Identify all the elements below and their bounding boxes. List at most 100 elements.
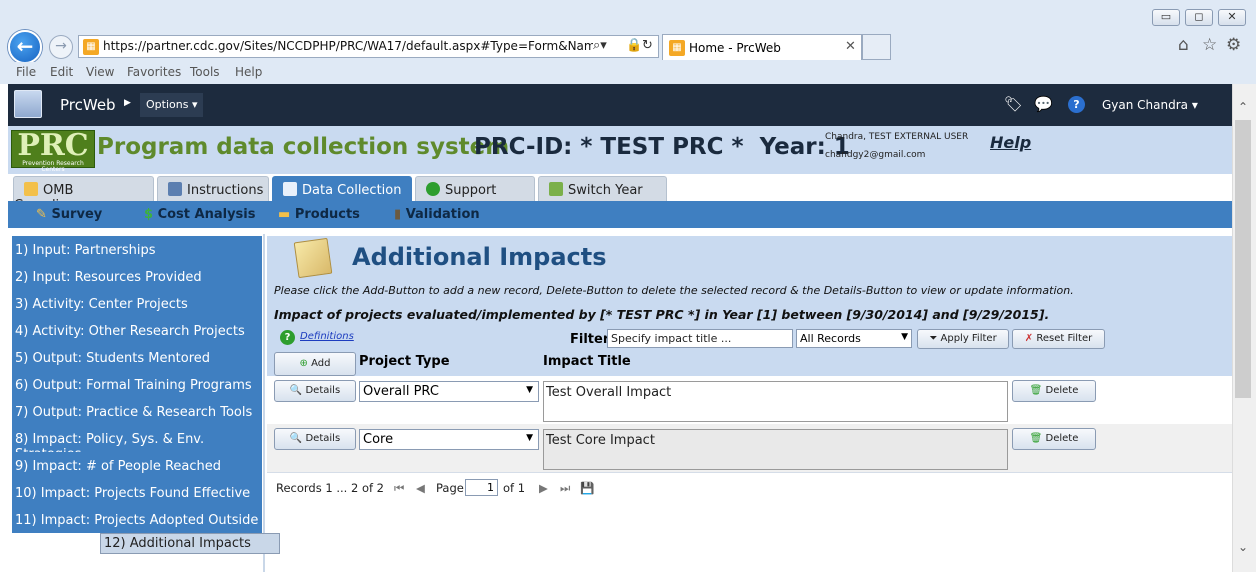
app-name[interactable]: PrcWeb <box>60 96 116 114</box>
project-type-select[interactable]: Core ▼ <box>359 429 539 450</box>
next-page-icon[interactable]: ▶ <box>539 481 548 495</box>
details-button[interactable]: 🔍 Details <box>274 428 356 450</box>
filter-label: Filter <box>570 332 610 347</box>
filter-input[interactable]: Specify impact title ... <box>607 329 793 348</box>
left-menu-item[interactable]: 11) Impact: Projects Adopted Outside <box>12 506 262 533</box>
menu-favorites[interactable]: Favorites <box>127 65 181 79</box>
left-menu-item[interactable]: 6) Output: Formal Training Programs <box>12 371 262 398</box>
scrollbar-thumb[interactable] <box>1235 120 1251 398</box>
menu-view[interactable]: View <box>86 65 114 79</box>
calendar-icon <box>549 182 563 196</box>
chevron-down-icon: ▼ <box>526 385 533 395</box>
book-icon <box>168 182 182 196</box>
tab-title: Home - PrcWeb <box>689 41 781 55</box>
left-menu-item[interactable]: 2) Input: Resources Provided <box>12 263 262 290</box>
table-icon <box>283 182 297 196</box>
left-menu: 1) Input: Partnerships 2) Input: Resourc… <box>8 234 280 572</box>
delete-button[interactable]: 🗑 Delete <box>1012 380 1096 402</box>
favorites-star-icon[interactable]: ☆ <box>1202 35 1217 55</box>
reset-filter-icon: ✗ <box>1024 333 1034 344</box>
tab-instructions[interactable]: Instructions <box>157 176 269 202</box>
first-page-icon[interactable]: ⏮ <box>394 481 404 496</box>
main-tabs: OMB Compliance Instructions Data Collect… <box>8 174 1232 213</box>
minimize-button[interactable]: ▭ <box>1152 9 1180 26</box>
tag-icon[interactable]: 🏷 <box>1004 95 1023 113</box>
close-window-button[interactable]: ✕ <box>1218 9 1246 26</box>
project-type-select[interactable]: Overall PRC ▼ <box>359 381 539 402</box>
trash-icon: 🗑 <box>1029 433 1043 444</box>
column-header-project-type: Project Type <box>359 354 450 369</box>
options-menu-button[interactable]: Options ▾ <box>140 93 204 117</box>
menu-help[interactable]: Help <box>235 65 262 79</box>
prc-id-year: PRC-ID: * TEST PRC * Year: 1 <box>474 134 850 160</box>
page-number-input[interactable]: 1 <box>465 479 498 496</box>
add-button[interactable]: ⊕ Add <box>274 352 356 376</box>
definitions-link[interactable]: Definitions <box>300 331 354 342</box>
caret-right-icon: ▶ <box>124 98 131 108</box>
url-text[interactable]: https://partner.cdc.gov/Sites/NCCDPHP/PR… <box>103 39 593 53</box>
left-menu-item[interactable]: 4) Activity: Other Research Projects <box>12 317 262 344</box>
help-question-icon[interactable]: ? <box>1068 96 1085 113</box>
impact-summary-text: Impact of projects evaluated/implemented… <box>274 307 1050 322</box>
back-button[interactable]: ← <box>8 30 42 64</box>
browser-tab[interactable]: ▦ Home - PrcWeb ✕ <box>662 34 862 60</box>
page-of-label: of 1 <box>503 481 526 495</box>
impact-title-field[interactable]: Test Overall Impact <box>543 381 1008 422</box>
search-icon[interactable]: ⌕▾ <box>593 38 607 53</box>
scroll-up-icon[interactable]: ⌃ <box>1238 100 1248 114</box>
settings-gear-icon[interactable]: ⚙ <box>1226 35 1241 55</box>
records-select[interactable]: All Records ▼ <box>796 329 912 348</box>
table-row: 🔍 Details Core ▼ Test Core Impact 🗑 Delet… <box>267 424 1232 472</box>
dollar-icon: $ <box>144 207 154 222</box>
subnav-validation[interactable]: ▮ Validation <box>394 207 480 222</box>
records-select-value: All Records <box>800 332 861 345</box>
pencil-icon: ✎ <box>36 207 47 222</box>
left-menu-item[interactable]: 1) Input: Partnerships <box>12 236 262 263</box>
details-button[interactable]: 🔍 Details <box>274 380 356 402</box>
tab-favicon-icon: ▦ <box>669 40 685 56</box>
subnav-survey[interactable]: ✎ Survey <box>36 207 102 222</box>
impact-title-field[interactable]: Test Core Impact <box>543 429 1008 470</box>
last-page-icon[interactable]: ⏭ <box>560 481 570 496</box>
close-tab-icon[interactable]: ✕ <box>845 39 856 54</box>
apply-filter-button[interactable]: ⏷ Apply Filter <box>917 329 1009 349</box>
instructions-text: Please click the Add-Button to add a new… <box>274 284 1074 297</box>
tab-data-collection[interactable]: Data Collection <box>272 176 412 202</box>
menu-tools[interactable]: Tools <box>190 65 220 79</box>
forward-button[interactable]: → <box>49 35 73 59</box>
chevron-down-icon: ▼ <box>526 433 533 443</box>
maximize-button[interactable]: ◻ <box>1185 9 1213 26</box>
reset-filter-button[interactable]: ✗ Reset Filter <box>1012 329 1105 349</box>
app-header: PrcWeb ▶ Options ▾ 🏷 💬 ? Gyan Chandra ▾ <box>8 84 1232 126</box>
menu-file[interactable]: File <box>16 65 36 79</box>
help-link[interactable]: Help <box>990 133 1031 152</box>
left-menu-item[interactable]: 5) Output: Students Mentored <box>12 344 262 371</box>
left-menu-item[interactable]: 8) Impact: Policy, Sys. & Env. Strategie… <box>12 425 262 462</box>
left-menu-item[interactable]: 9) Impact: # of People Reached <box>12 452 262 479</box>
tab-switch-year[interactable]: Switch Year <box>538 176 667 202</box>
new-tab-button[interactable] <box>862 34 891 60</box>
scroll-down-icon[interactable]: ⌄ <box>1238 540 1248 554</box>
save-icon[interactable]: 💾 <box>580 481 594 495</box>
tab-support[interactable]: Support <box>415 176 535 202</box>
definitions-help-icon[interactable]: ? <box>280 330 295 345</box>
chat-icon[interactable]: 💬 <box>1034 95 1053 113</box>
prev-page-icon[interactable]: ◀ <box>416 481 425 495</box>
tab-omb-compliance[interactable]: OMB Compliance <box>13 176 154 213</box>
home-icon[interactable]: ⌂ <box>1178 35 1189 55</box>
address-bar[interactable]: ▦ https://partner.cdc.gov/Sites/NCCDPHP/… <box>78 35 659 58</box>
left-menu-item[interactable]: 10) Impact: Projects Found Effective <box>12 479 262 506</box>
left-menu-item-selected[interactable]: 12) Additional Impacts <box>100 533 280 554</box>
left-menu-item[interactable]: 7) Output: Practice & Research Tools <box>12 398 262 425</box>
left-menu-item[interactable]: 3) Activity: Center Projects <box>12 290 262 317</box>
subnav-cost-analysis[interactable]: $ Cost Analysis <box>144 207 255 222</box>
user-info-email: chandgy2@gmail.com <box>825 150 926 160</box>
delete-button[interactable]: 🗑 Delete <box>1012 428 1096 450</box>
user-menu[interactable]: Gyan Chandra ▾ <box>1102 98 1198 112</box>
menu-edit[interactable]: Edit <box>50 65 73 79</box>
subnav-products[interactable]: ▬ Products <box>278 207 360 222</box>
sub-navigation: ✎ Survey $ Cost Analysis ▬ Products ▮ Va… <box>8 201 1232 228</box>
app-logo[interactable] <box>14 90 42 118</box>
refresh-icon[interactable]: ↻ <box>642 38 653 53</box>
system-name: Program data collection system <box>97 134 510 160</box>
